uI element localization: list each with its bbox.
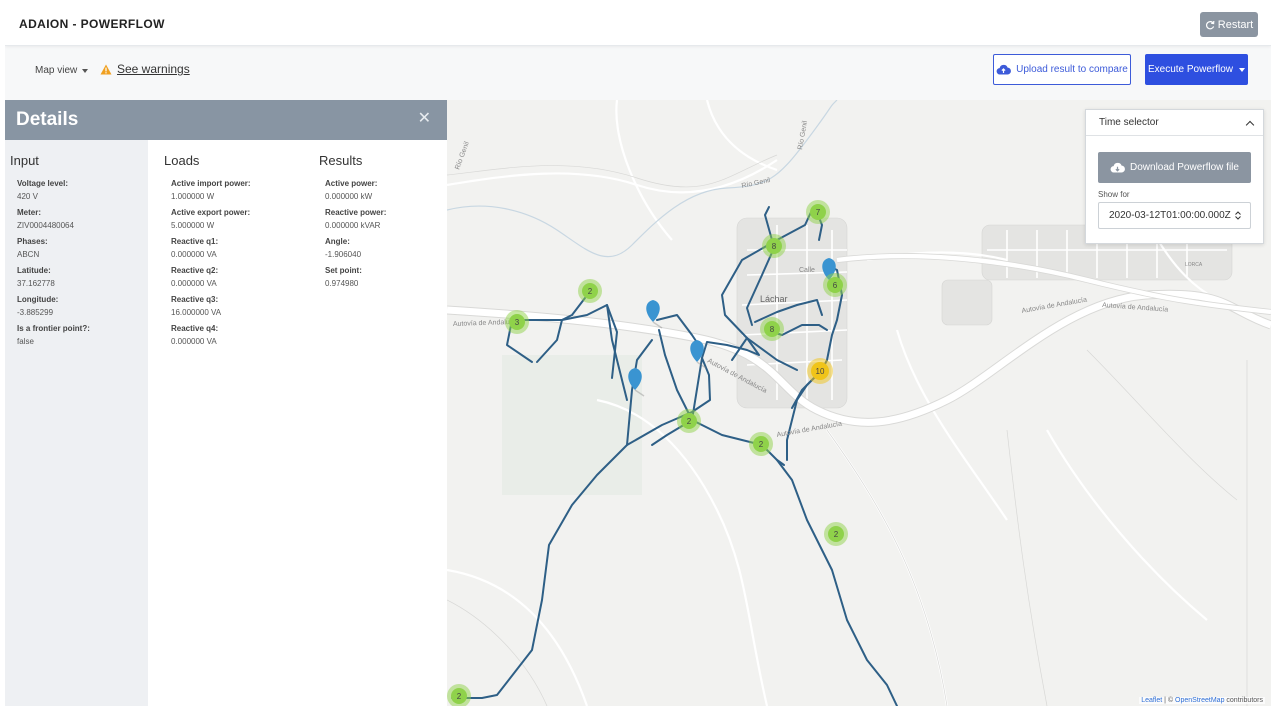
cluster-marker[interactable]: 6 xyxy=(823,273,847,297)
cluster-marker[interactable]: 2 xyxy=(447,684,471,706)
selected-time-value: 2020-03-12T01:00:00.000Z xyxy=(1109,210,1231,221)
time-select[interactable]: 2020-03-12T01:00:00.000Z xyxy=(1098,202,1251,229)
restart-button[interactable]: Restart xyxy=(1200,12,1258,37)
input-field: Is a frontier point?: false xyxy=(17,324,90,346)
town-label: Láchar xyxy=(760,294,788,304)
cluster-marker[interactable]: 10 xyxy=(807,358,833,384)
input-field: Voltage level: 420 V xyxy=(17,179,68,201)
svg-text:6: 6 xyxy=(833,281,838,290)
street-label: Calle xyxy=(799,267,815,274)
map-pin-icon[interactable] xyxy=(646,300,663,329)
map-view-label: Map view xyxy=(35,65,78,76)
details-title: Details xyxy=(16,109,79,130)
svg-text:10: 10 xyxy=(816,367,825,376)
see-warnings-link[interactable]: See warnings xyxy=(100,62,190,76)
river-label: Río Genil xyxy=(741,177,771,190)
river-label: Río Genil xyxy=(454,140,471,170)
input-field: Phases: ABCN xyxy=(17,237,48,259)
cluster-marker[interactable]: 8 xyxy=(762,234,786,258)
warning-icon xyxy=(100,64,112,74)
river-label: Río Genil xyxy=(797,120,809,150)
details-panel: Details ✕ Input Voltage level: 420 V Mete… xyxy=(5,100,447,706)
map-attribution: Leaflet | © OpenStreetMap contributors xyxy=(1139,697,1265,704)
road-label: Autovía de Andalucía xyxy=(1102,302,1169,314)
input-heading: Input xyxy=(10,153,39,168)
map-view-dropdown[interactable]: Map view xyxy=(35,65,89,76)
results-field: Angle: -1.906040 xyxy=(325,237,362,259)
results-field: Active power: 0.000000 kW xyxy=(325,179,378,201)
app-window: ADAION - POWERFLOW Restart Map view See … xyxy=(5,3,1271,706)
loads-field: Active import power: 1.000000 W xyxy=(171,179,251,201)
upload-result-label: Upload result to compare xyxy=(1016,64,1128,75)
cluster-marker[interactable]: 8 xyxy=(760,317,784,341)
chevron-up-icon[interactable] xyxy=(1245,120,1255,129)
cluster-marker[interactable]: 2 xyxy=(677,409,701,433)
cluster-marker[interactable]: 3 xyxy=(505,310,529,334)
svg-text:7: 7 xyxy=(816,208,821,217)
svg-text:2: 2 xyxy=(588,287,593,296)
close-icon[interactable]: ✕ xyxy=(418,110,431,128)
details-header: Details ✕ xyxy=(5,100,447,140)
cluster-marker[interactable]: 2 xyxy=(824,522,848,546)
cluster-marker[interactable]: 2 xyxy=(749,432,773,456)
cluster-marker[interactable]: 2 xyxy=(578,279,602,303)
results-field: Reactive power: 0.000000 kVAR xyxy=(325,208,387,230)
svg-text:8: 8 xyxy=(772,242,777,251)
svg-text:2: 2 xyxy=(759,440,764,449)
download-powerflow-button[interactable]: Download Powerflow file xyxy=(1098,152,1251,183)
app-header: ADAION - POWERFLOW Restart xyxy=(5,3,1271,46)
input-field: Longitude: -3.885299 xyxy=(17,295,59,317)
loads-field: Reactive q3: 16.000000 VA xyxy=(171,295,222,317)
execute-powerflow-label: Execute Powerflow xyxy=(1147,64,1234,75)
loads-heading: Loads xyxy=(164,153,200,168)
cloud-download-icon xyxy=(1110,162,1125,173)
chevron-down-icon xyxy=(1239,67,1246,72)
restart-label: Restart xyxy=(1217,18,1254,31)
leaflet-link[interactable]: Leaflet xyxy=(1141,697,1162,704)
app-title: ADAION - POWERFLOW xyxy=(19,17,165,31)
results-heading: Results xyxy=(319,153,363,168)
loads-field: Reactive q1: 0.000000 VA xyxy=(171,237,219,259)
input-field: Latitude: 37.162778 xyxy=(17,266,55,288)
chevron-down-icon xyxy=(82,68,89,73)
cluster-marker[interactable]: 7 xyxy=(806,200,830,224)
upload-result-button[interactable]: Upload result to compare xyxy=(993,54,1131,85)
loads-field: Active export power: 5.000000 W xyxy=(171,208,251,230)
osm-link[interactable]: OpenStreetMap xyxy=(1175,697,1224,704)
loads-field: Reactive q2: 0.000000 VA xyxy=(171,266,219,288)
results-field: Set point: 0.974980 xyxy=(325,266,362,288)
svg-text:2: 2 xyxy=(457,692,462,701)
toolbar: Map view See warnings Upload result to c… xyxy=(5,47,1271,100)
svg-text:2: 2 xyxy=(687,417,692,426)
svg-text:8: 8 xyxy=(770,325,775,334)
execute-powerflow-button[interactable]: Execute Powerflow xyxy=(1145,54,1248,85)
svg-text:3: 3 xyxy=(515,318,520,327)
input-field: Meter: ZIV0004480064 xyxy=(17,208,74,230)
time-selector-panel: Time selector Download Powerflow file Sh… xyxy=(1085,109,1264,244)
cloud-upload-icon xyxy=(996,64,1012,75)
select-arrows-icon xyxy=(1234,211,1241,220)
see-warnings-label: See warnings xyxy=(117,62,190,76)
lorca-label: LORCA xyxy=(1185,262,1203,268)
time-selector-header[interactable]: Time selector xyxy=(1086,110,1263,136)
svg-text:2: 2 xyxy=(834,530,839,539)
refresh-icon xyxy=(1205,20,1215,29)
show-for-label: Show for xyxy=(1098,190,1130,199)
download-powerflow-label: Download Powerflow file xyxy=(1130,162,1239,173)
loads-field: Reactive q4: 0.000000 VA xyxy=(171,324,219,346)
time-selector-title: Time selector xyxy=(1099,117,1159,128)
